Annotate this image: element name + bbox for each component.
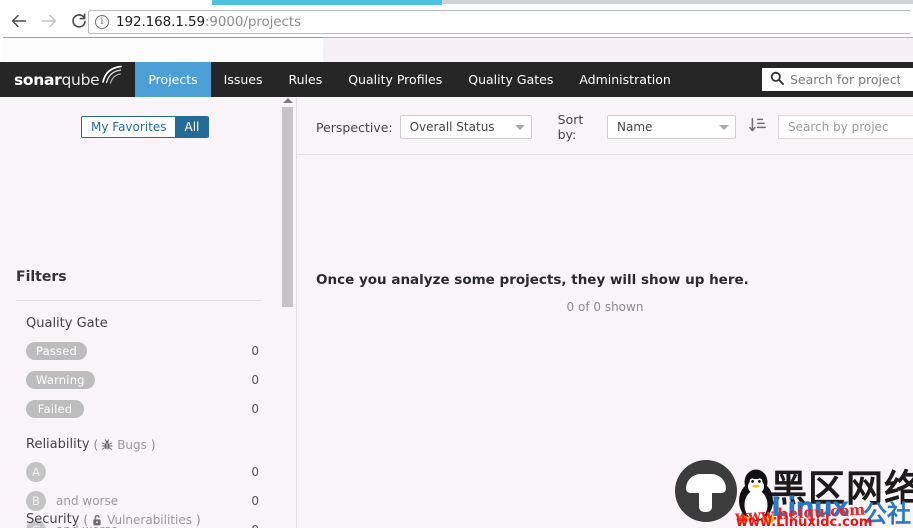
rating-a-count: 0 [251, 465, 259, 479]
browser-chrome: i 192.168.1.59:9000/projects [0, 0, 913, 62]
quality-gate-warning-count: 0 [251, 373, 259, 387]
lock-icon [91, 514, 103, 526]
sonarqube-navbar: sonarqube Projects Issues Rules Quality … [0, 62, 913, 97]
facet-security-title-text: Security [26, 512, 80, 527]
page-body: My Favorites All Filters Quality Gate Pa… [0, 97, 913, 528]
nav-item-issues-label: Issues [223, 72, 263, 87]
my-favorites-label: My Favorites [91, 120, 167, 134]
facet-row-passed[interactable]: Passed 0 [0, 341, 277, 361]
nav-item-administration-label: Administration [579, 72, 671, 87]
perspective-label: Perspective: [316, 119, 393, 135]
address-bar-url: 192.168.1.59:9000/projects [116, 14, 301, 30]
navbar-menu: Projects Issues Rules Quality Profiles Q… [135, 62, 683, 97]
empty-state-message: Once you analyze some projects, they wil… [316, 272, 749, 288]
nav-item-quality-gates-label: Quality Gates [468, 72, 554, 87]
sidebar-scrollbar-thumb[interactable] [282, 107, 293, 307]
info-circle-icon[interactable]: i [95, 15, 109, 29]
sidebar-scrollbar[interactable] [281, 97, 295, 528]
facet-row-failed[interactable]: Failed 0 [0, 399, 277, 419]
all-projects-label: All [184, 120, 200, 134]
address-bar[interactable]: i 192.168.1.59:9000/projects [88, 10, 911, 34]
facet-quality-gate: Quality Gate Passed 0 Warning 0 Failed 0 [0, 316, 277, 428]
perspective-select[interactable]: Overall Status [399, 115, 532, 139]
facet-row-warning[interactable]: Warning 0 [0, 370, 277, 390]
sort-descending-icon [748, 117, 766, 138]
arrow-right-icon [40, 12, 58, 30]
rating-circle-b: B [26, 491, 46, 511]
nav-item-projects-label: Projects [148, 72, 198, 87]
facet-reliability-title-text: Reliability [26, 437, 90, 452]
browser-tab-strip-filler [442, 0, 913, 4]
arrow-left-icon [10, 12, 28, 30]
search-icon [770, 70, 784, 89]
sonarqube-logo[interactable]: sonarqube [0, 62, 135, 97]
logo-bold-part: sonar [14, 70, 62, 89]
project-search-input[interactable] [788, 120, 913, 134]
facet-reliability-title: Reliability ( Bugs ) [26, 437, 277, 452]
rating-b-count: 0 [251, 494, 259, 508]
chevron-down-icon-2 [719, 124, 730, 130]
sort-by-select[interactable]: Name [607, 115, 737, 139]
chevron-down-icon [514, 124, 525, 130]
projects-toolbar: Perspective: Overall Status Sort by: Nam… [297, 112, 913, 142]
shown-count-label: 0 of 0 shown [566, 300, 644, 314]
my-favorites-button[interactable]: My Favorites [82, 117, 176, 137]
forward-button[interactable] [34, 6, 64, 36]
omnibox-suggestion-panel[interactable] [3, 37, 323, 62]
back-button[interactable] [4, 6, 34, 36]
nav-item-quality-profiles-label: Quality Profiles [348, 72, 443, 87]
reload-icon [70, 12, 88, 30]
nav-item-quality-gates[interactable]: Quality Gates [455, 62, 566, 97]
bug-icon [101, 438, 113, 451]
nav-item-rules-label: Rules [288, 72, 323, 87]
rating-circle-a: A [26, 462, 46, 482]
project-search-box[interactable] [778, 115, 913, 139]
quality-gate-warning-badge: Warning [26, 371, 95, 389]
sonarqube-wave-icon [101, 65, 123, 89]
facet-row-rating-b[interactable]: B and worse 0 [0, 491, 277, 511]
projects-main-panel: Perspective: Overall Status Sort by: Nam… [297, 97, 913, 528]
perspective-value: Overall Status [409, 120, 495, 134]
logo-light-part: qube [61, 70, 100, 89]
paren-open: ( [93, 437, 99, 452]
filters-heading: Filters [16, 269, 67, 285]
nav-item-administration[interactable]: Administration [566, 62, 683, 97]
facet-security-sub: Vulnerabilities [107, 512, 192, 527]
quality-gate-failed-badge: Failed [26, 400, 84, 418]
sort-by-label: Sort by: [557, 112, 584, 142]
facet-row-rating-a[interactable]: A 0 [0, 462, 277, 482]
quality-gate-passed-badge: Passed [26, 342, 88, 360]
scroll-up-arrow-icon[interactable] [283, 98, 293, 103]
favorites-toggle-group: My Favorites All [81, 116, 210, 138]
quality-gate-failed-count: 0 [251, 402, 259, 416]
url-host: 192.168.1.59 [116, 14, 205, 30]
facet-reliability-sub: Bugs [117, 437, 147, 452]
nav-item-quality-profiles[interactable]: Quality Profiles [335, 62, 455, 97]
nav-item-issues[interactable]: Issues [211, 62, 276, 97]
facet-quality-gate-title: Quality Gate [26, 316, 277, 331]
sonarqube-logo-text: sonarqube [14, 70, 100, 89]
quality-gate-passed-count: 0 [251, 344, 259, 358]
all-projects-button[interactable]: All [175, 117, 209, 137]
paren-open-2: ( [83, 512, 89, 527]
nav-item-projects[interactable]: Projects [135, 62, 211, 97]
facet-security-title: Security ( Vulnerabilities ) [26, 512, 277, 527]
toolbar-divider [297, 154, 913, 155]
sort-direction-button[interactable] [748, 116, 766, 138]
global-search-input[interactable] [790, 72, 900, 87]
paren-close: ) [150, 437, 156, 452]
paren-close-2: ) [195, 512, 201, 527]
global-search-box[interactable] [762, 68, 913, 91]
facet-quality-gate-title-text: Quality Gate [26, 316, 108, 331]
chrome-filler [323, 37, 913, 62]
sort-by-value: Name [617, 120, 653, 134]
nav-item-rules[interactable]: Rules [275, 62, 335, 97]
filters-sidebar: My Favorites All Filters Quality Gate Pa… [0, 97, 277, 528]
filters-divider [16, 300, 261, 301]
rating-b-label: and worse [56, 494, 119, 508]
facet-security: Security ( Vulnerabilities ) [0, 512, 277, 528]
url-path: :9000/projects [204, 14, 301, 30]
global-search-container [762, 68, 913, 91]
